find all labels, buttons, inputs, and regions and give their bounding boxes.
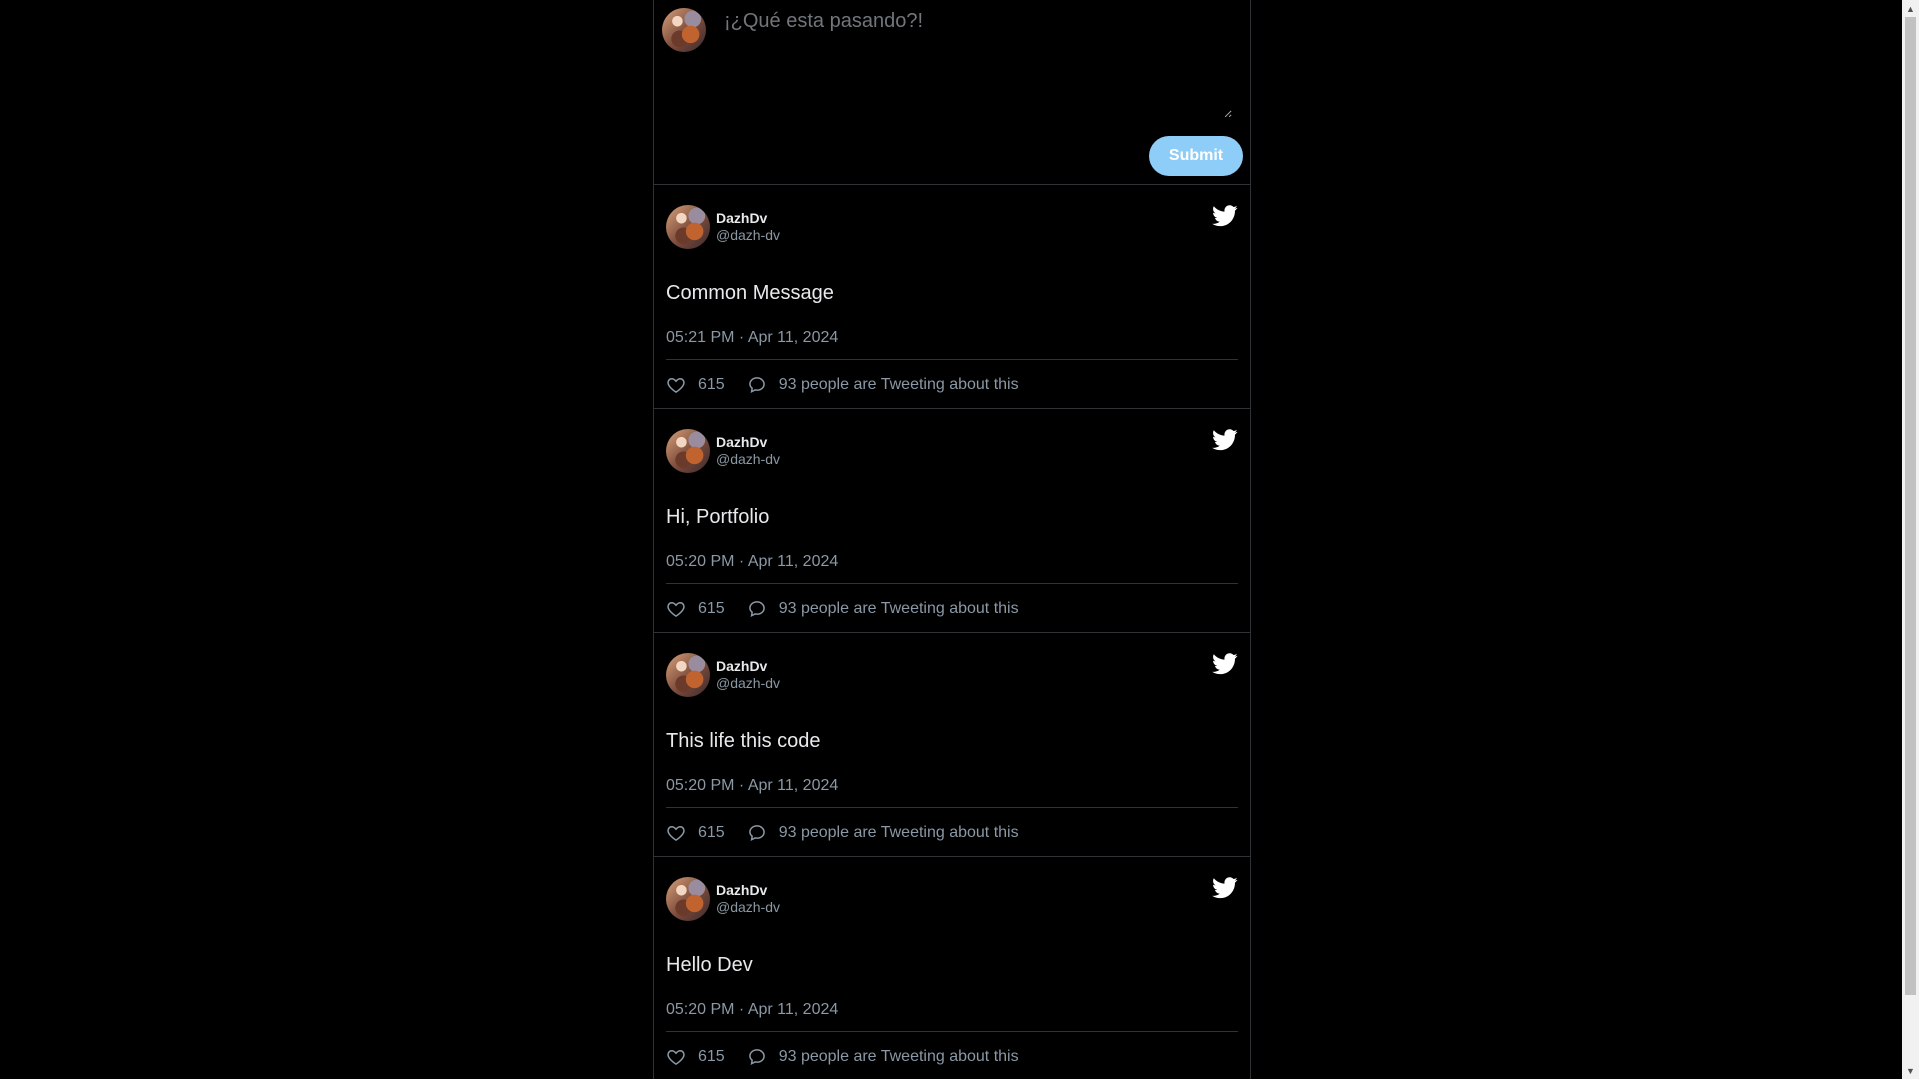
tweet-card: DazhDv @dazh-dv Common Message 05:21 PM …	[654, 185, 1250, 409]
heart-icon[interactable]	[666, 599, 686, 619]
tweet-text: Hi, Portfolio	[666, 506, 770, 528]
tweet-stats: 615 93 people are Tweeting about this	[666, 822, 1019, 844]
author-name[interactable]: DazhDv	[716, 434, 767, 450]
twitter-bird-icon[interactable]	[1212, 205, 1238, 227]
tweet-card: DazhDv @dazh-dv Hi, Portfolio 05:20 PM ·…	[654, 409, 1250, 633]
heart-icon[interactable]	[666, 375, 686, 395]
page: Submit DazhDv @dazh-dv Common Message 05…	[0, 0, 1919, 1079]
tweet-text: This life this code	[666, 730, 821, 752]
speech-bubble-icon[interactable]	[747, 375, 767, 395]
submit-button[interactable]: Submit	[1149, 136, 1243, 176]
speech-bubble-icon[interactable]	[747, 599, 767, 619]
talking-count[interactable]: 93 people are Tweeting about this	[779, 1048, 1019, 1066]
page-scrollbar[interactable]: ▲ ▼	[1902, 0, 1919, 1079]
avatar[interactable]	[666, 877, 710, 921]
divider	[666, 359, 1238, 360]
speech-bubble-icon[interactable]	[747, 1047, 767, 1067]
tweet-timestamp[interactable]: 05:21 PM · Apr 11, 2024	[666, 329, 838, 347]
feed: Submit DazhDv @dazh-dv Common Message 05…	[653, 0, 1251, 1079]
talking-count[interactable]: 93 people are Tweeting about this	[779, 824, 1019, 842]
speech-bubble-icon[interactable]	[747, 823, 767, 843]
tweet-stats: 615 93 people are Tweeting about this	[666, 374, 1019, 396]
tweet-input[interactable]	[718, 6, 1232, 118]
avatar[interactable]	[666, 429, 710, 473]
tweet-timestamp[interactable]: 05:20 PM · Apr 11, 2024	[666, 553, 838, 571]
twitter-bird-icon[interactable]	[1212, 653, 1238, 675]
talking-count[interactable]: 93 people are Tweeting about this	[779, 376, 1019, 394]
tweet-text: Common Message	[666, 282, 834, 304]
tweet-timestamp[interactable]: 05:20 PM · Apr 11, 2024	[666, 1001, 838, 1019]
author-name[interactable]: DazhDv	[716, 658, 767, 674]
tweet-stats: 615 93 people are Tweeting about this	[666, 1046, 1019, 1068]
scroll-up-arrow-icon[interactable]: ▲	[1902, 0, 1919, 17]
author-handle[interactable]: @dazh-dv	[716, 227, 780, 243]
tweet-stats: 615 93 people are Tweeting about this	[666, 598, 1019, 620]
divider	[666, 1031, 1238, 1032]
avatar[interactable]	[666, 653, 710, 697]
tweet-card: DazhDv @dazh-dv This life this code 05:2…	[654, 633, 1250, 857]
author-handle[interactable]: @dazh-dv	[716, 899, 780, 915]
likes-count: 615	[698, 376, 725, 393]
likes-count: 615	[698, 1048, 725, 1065]
divider	[666, 583, 1238, 584]
twitter-bird-icon[interactable]	[1212, 429, 1238, 451]
scrollbar-thumb[interactable]	[1905, 17, 1916, 995]
author-handle[interactable]: @dazh-dv	[716, 675, 780, 691]
author-name[interactable]: DazhDv	[716, 210, 767, 226]
tweet-text: Hello Dev	[666, 954, 753, 976]
divider	[666, 807, 1238, 808]
heart-icon[interactable]	[666, 1047, 686, 1067]
scroll-down-arrow-icon[interactable]: ▼	[1902, 1062, 1919, 1079]
twitter-bird-icon[interactable]	[1212, 877, 1238, 899]
heart-icon[interactable]	[666, 823, 686, 843]
tweet-timestamp[interactable]: 05:20 PM · Apr 11, 2024	[666, 777, 838, 795]
likes-count: 615	[698, 600, 725, 617]
talking-count[interactable]: 93 people are Tweeting about this	[779, 600, 1019, 618]
likes-count: 615	[698, 824, 725, 841]
tweet-composer: Submit	[654, 0, 1250, 185]
author-handle[interactable]: @dazh-dv	[716, 451, 780, 467]
avatar[interactable]	[666, 205, 710, 249]
author-name[interactable]: DazhDv	[716, 882, 767, 898]
tweet-card: DazhDv @dazh-dv Hello Dev 05:20 PM · Apr…	[654, 857, 1250, 1079]
avatar	[662, 8, 706, 52]
